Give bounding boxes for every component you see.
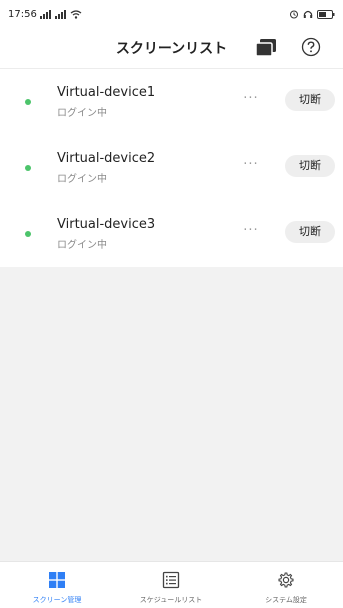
device-status: ログイン中 bbox=[57, 240, 107, 251]
tab-screen-management[interactable]: スクリーン管理 bbox=[0, 562, 114, 608]
online-status-dot bbox=[25, 165, 31, 171]
tab-system-settings[interactable]: システム設定 bbox=[229, 562, 343, 608]
device-name: Virtual-device3 bbox=[57, 217, 156, 232]
status-right bbox=[289, 9, 335, 19]
tab-schedule-list[interactable]: スケジュールリスト bbox=[114, 562, 228, 608]
device-status: ログイン中 bbox=[57, 108, 107, 119]
disconnect-button[interactable]: 切断 bbox=[285, 89, 335, 111]
multi-screen-icon[interactable] bbox=[255, 38, 277, 58]
online-status-dot bbox=[25, 231, 31, 237]
device-name: Virtual-device2 bbox=[57, 151, 156, 166]
signal-icon-2 bbox=[54, 9, 66, 19]
device-row[interactable]: Virtual-device2 ログイン中 ··· 切断 bbox=[0, 135, 343, 201]
status-bar: 17:56 bbox=[0, 0, 343, 28]
disconnect-button[interactable]: 切断 bbox=[285, 155, 335, 177]
online-status-dot bbox=[25, 99, 31, 105]
signal-icon bbox=[39, 9, 51, 19]
device-row[interactable]: Virtual-device3 ログイン中 ··· 切断 bbox=[0, 201, 343, 267]
more-options-button[interactable]: ··· bbox=[238, 155, 264, 175]
battery-icon bbox=[317, 9, 335, 19]
device-list: Virtual-device1 ログイン中 ··· 切断 Virtual-dev… bbox=[0, 69, 343, 267]
headset-icon bbox=[303, 10, 313, 18]
alarm-icon bbox=[290, 10, 298, 19]
header-bar: スクリーンリスト bbox=[0, 28, 343, 69]
device-name: Virtual-device1 bbox=[57, 85, 156, 100]
wifi-icon bbox=[70, 9, 82, 19]
device-row[interactable]: Virtual-device1 ログイン中 ··· 切断 bbox=[0, 69, 343, 135]
device-status: ログイン中 bbox=[57, 174, 107, 185]
tab-label: スケジュールリスト bbox=[139, 596, 203, 604]
tab-label: スクリーン管理 bbox=[32, 596, 82, 604]
list-icon bbox=[162, 571, 180, 589]
status-left: 17:56 bbox=[8, 9, 82, 20]
bottom-tab-bar: スクリーン管理 スケジュールリスト システム設定 bbox=[0, 561, 343, 608]
grid-icon bbox=[49, 572, 65, 588]
page-title: スクリーンリスト bbox=[115, 41, 228, 57]
tab-label: システム設定 bbox=[265, 596, 307, 604]
disconnect-button[interactable]: 切断 bbox=[285, 221, 335, 243]
help-circle-icon[interactable] bbox=[301, 37, 321, 57]
status-time: 17:56 bbox=[8, 8, 37, 20]
app-screen: 17:56 スクリーンリスト Virtual-device1 ログイン中 ···… bbox=[0, 0, 343, 608]
more-options-button[interactable]: ··· bbox=[238, 221, 264, 241]
more-options-button[interactable]: ··· bbox=[238, 89, 264, 109]
gear-icon bbox=[278, 572, 294, 588]
